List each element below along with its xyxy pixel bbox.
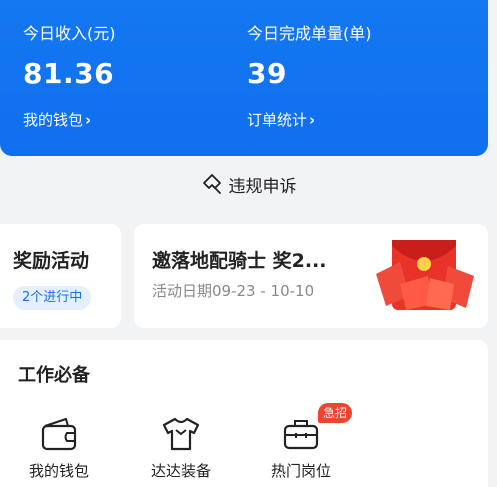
tool-dada-equipment[interactable]: 达达装备 bbox=[136, 410, 226, 480]
work-essentials-panel: 工作必备 我的钱包 达达装备 急招 热门岗位 bbox=[0, 340, 488, 487]
wallet-icon bbox=[41, 418, 77, 451]
reward-count-badge: 2个进行中 bbox=[13, 286, 92, 310]
promo-title: 邀落地配骑士 奖2... bbox=[152, 250, 327, 272]
briefcase-icon bbox=[283, 420, 319, 450]
wallet-link[interactable]: 我的钱包 › bbox=[23, 109, 91, 130]
tool-hot-jobs[interactable]: 急招 热门岗位 bbox=[256, 403, 353, 480]
tool-my-wallet[interactable]: 我的钱包 bbox=[14, 410, 104, 480]
reward-title: 奖励活动 bbox=[13, 250, 90, 272]
work-essentials-title: 工作必备 bbox=[18, 365, 90, 386]
income-value: 81.36 bbox=[23, 57, 115, 90]
urgent-badge: 急招 bbox=[318, 403, 353, 423]
violation-label: 违规申诉 bbox=[228, 176, 297, 197]
tool-label: 我的钱包 bbox=[28, 462, 89, 480]
chevron-right-icon: › bbox=[85, 111, 92, 129]
tool-label: 热门岗位 bbox=[270, 462, 331, 480]
appeal-icon bbox=[202, 174, 221, 194]
promo-date: 活动日期09-23 - 10-10 bbox=[152, 282, 315, 300]
promo-card[interactable]: 邀落地配骑士 奖2... 活动日期09-23 - 10-10 bbox=[134, 224, 488, 328]
order-stats-link-label: 订单统计 bbox=[247, 111, 308, 129]
reward-activity-card[interactable]: 奖励活动 2个进行中 bbox=[0, 224, 121, 328]
income-label: 今日收入(元) bbox=[23, 24, 116, 43]
red-envelope-icon bbox=[376, 240, 474, 310]
wallet-link-label: 我的钱包 bbox=[23, 111, 84, 129]
violation-appeal-button[interactable]: 违规申诉 bbox=[0, 166, 497, 202]
orders-label: 今日完成单量(单) bbox=[247, 24, 372, 43]
stats-panel: 今日收入(元) 81.36 我的钱包 › 今日完成单量(单) 39 订单统计 › bbox=[0, 0, 488, 156]
tool-label: 达达装备 bbox=[150, 462, 211, 480]
chevron-right-icon: › bbox=[309, 111, 316, 129]
order-stats-link[interactable]: 订单统计 › bbox=[247, 109, 315, 130]
orders-value: 39 bbox=[247, 57, 287, 90]
tshirt-icon bbox=[162, 417, 200, 451]
